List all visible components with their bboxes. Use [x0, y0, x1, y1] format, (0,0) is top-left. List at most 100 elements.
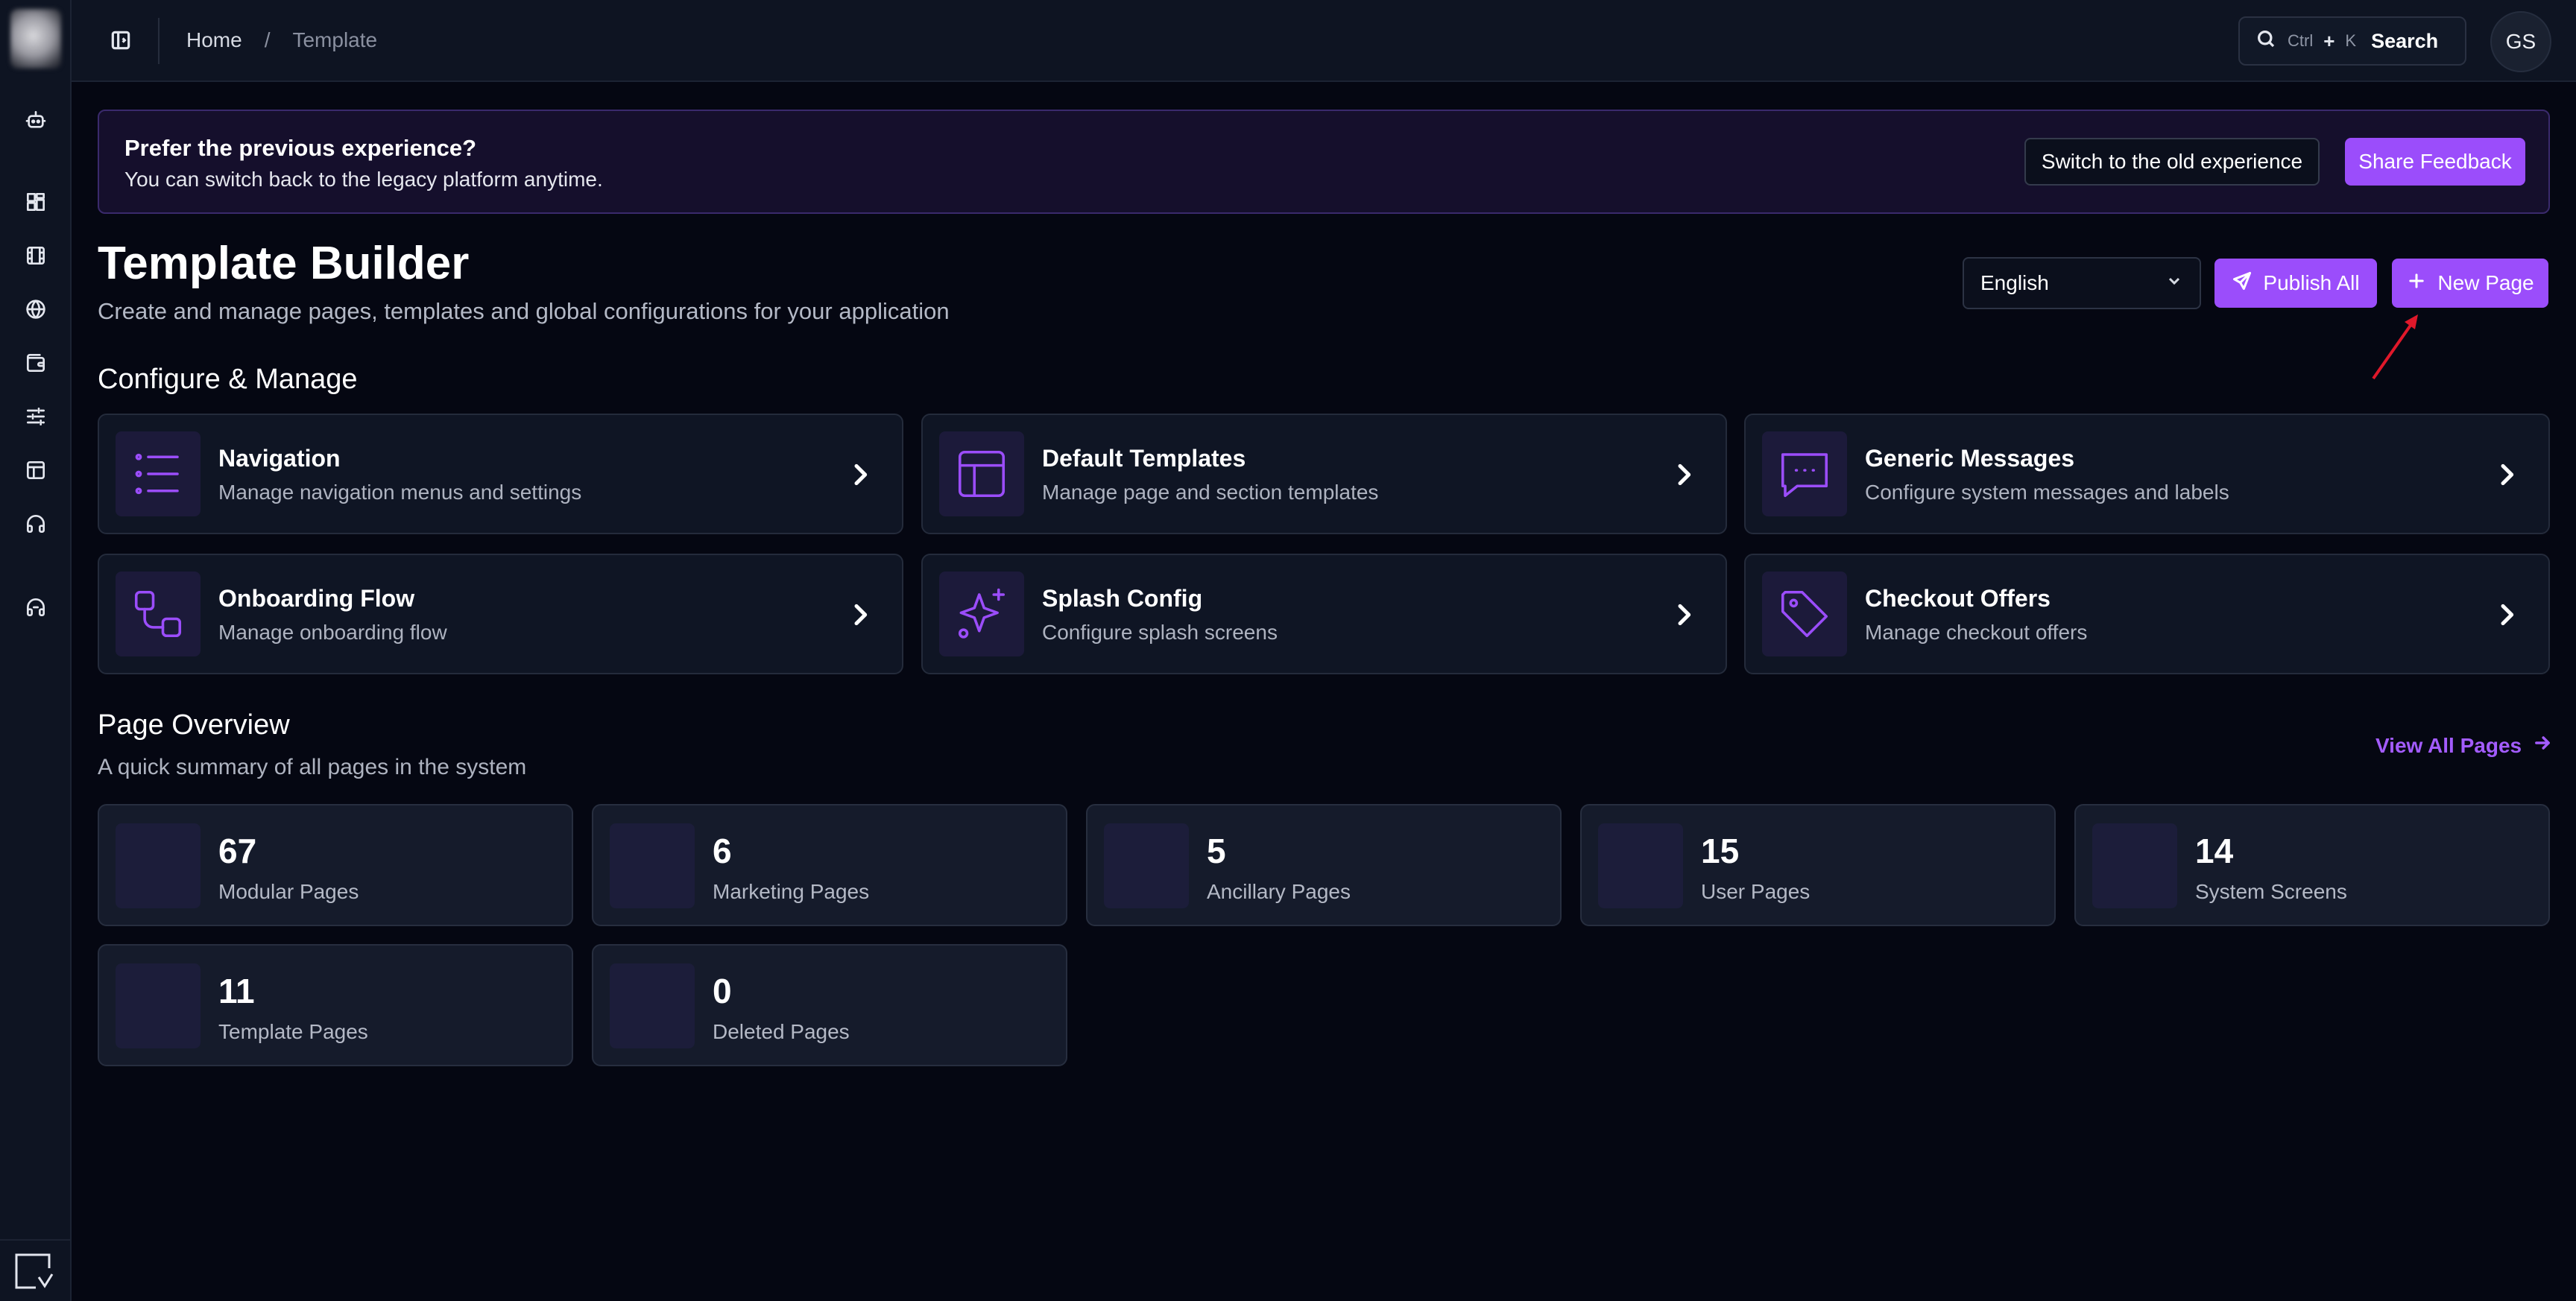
sparkles-icon	[939, 572, 1024, 656]
language-value: English	[1980, 271, 2049, 294]
breadcrumb-current: Template	[292, 28, 378, 51]
stat-value: 6	[713, 832, 732, 870]
stat-icon-placeholder	[2092, 823, 2177, 908]
dashboard-icon[interactable]	[18, 184, 54, 220]
stat-card-template[interactable]: 11 Template Pages	[98, 944, 573, 1066]
banner-subtitle: You can switch back to the legacy platfo…	[124, 168, 603, 191]
stat-value: 11	[218, 972, 255, 1010]
config-card-splash-config[interactable]: Splash Config Configure splash screens	[921, 554, 1727, 674]
view-all-pages-link[interactable]: View All Pages	[2375, 732, 2553, 759]
chevron-right-icon	[845, 460, 875, 490]
wallet-icon[interactable]	[18, 345, 54, 381]
collapse-sidebar-icon[interactable]	[13, 1252, 55, 1291]
page-title: Template Builder	[98, 238, 470, 289]
chevron-right-icon	[1669, 600, 1699, 630]
stat-value: 5	[1207, 832, 1226, 870]
stat-label: Template Pages	[218, 1020, 368, 1043]
chevron-right-icon	[2492, 600, 2522, 630]
avatar[interactable]: GS	[2490, 11, 2551, 72]
chevron-right-icon	[845, 600, 875, 630]
bot-icon[interactable]	[18, 102, 54, 138]
layout-icon	[939, 431, 1024, 516]
search-button[interactable]: Ctrl + K Search	[2238, 16, 2466, 66]
shortcut-ctrl: Ctrl	[2288, 31, 2314, 50]
arrow-right-icon	[2532, 732, 2553, 759]
breadcrumb-home[interactable]: Home	[186, 28, 242, 52]
card-description: Manage onboarding flow	[218, 621, 447, 644]
card-description: Configure splash screens	[1042, 621, 1278, 644]
stat-icon-placeholder	[610, 963, 695, 1048]
stat-value: 15	[1701, 832, 1740, 870]
card-title: Default Templates	[1042, 445, 1246, 472]
stat-label: User Pages	[1701, 880, 1811, 903]
new-page-label: New Page	[2437, 271, 2534, 294]
page-subtitle: Create and manage pages, templates and g…	[98, 298, 950, 324]
toggle-panel-icon[interactable]	[106, 25, 136, 55]
card-title: Generic Messages	[1865, 445, 2075, 472]
publish-all-button[interactable]: Publish All	[2214, 259, 2377, 308]
new-page-button[interactable]: New Page	[2392, 259, 2548, 308]
film-icon[interactable]	[18, 238, 54, 273]
config-card-navigation[interactable]: Navigation Manage navigation menus and s…	[98, 414, 903, 534]
stat-icon-placeholder	[1598, 823, 1683, 908]
card-title: Onboarding Flow	[218, 585, 415, 612]
card-description: Manage navigation menus and settings	[218, 481, 582, 504]
stat-icon-placeholder	[116, 963, 201, 1048]
card-title: Checkout Offers	[1865, 585, 2051, 612]
language-select[interactable]: English	[1963, 257, 2201, 309]
template-icon[interactable]	[18, 452, 54, 488]
stat-label: Ancillary Pages	[1207, 880, 1351, 903]
share-feedback-button[interactable]: Share Feedback	[2345, 138, 2525, 186]
switch-old-experience-button[interactable]: Switch to the old experience	[2024, 138, 2320, 186]
topbar-divider	[158, 18, 160, 64]
sliders-icon[interactable]	[18, 399, 54, 434]
stat-value: 14	[2195, 832, 2234, 870]
stat-card-ancillary[interactable]: 5 Ancillary Pages	[1086, 804, 1562, 926]
rail-divider	[0, 1239, 70, 1241]
breadcrumb-separator: /	[264, 28, 271, 51]
sidebar-rail	[0, 0, 72, 1301]
stat-label: Marketing Pages	[713, 880, 870, 903]
tag-icon	[1762, 572, 1847, 656]
stat-card-marketing[interactable]: 6 Marketing Pages	[592, 804, 1067, 926]
flow-icon	[116, 572, 201, 656]
card-description: Configure system messages and labels	[1865, 481, 2229, 504]
stat-label: Modular Pages	[218, 880, 359, 903]
stat-icon-placeholder	[1104, 823, 1189, 908]
stat-value: 67	[218, 832, 257, 870]
config-card-checkout-offers[interactable]: Checkout Offers Manage checkout offers	[1744, 554, 2550, 674]
send-icon	[2232, 270, 2253, 297]
config-card-generic-messages[interactable]: Generic Messages Configure system messag…	[1744, 414, 2550, 534]
headphones-icon[interactable]	[18, 506, 54, 542]
globe-icon[interactable]	[18, 291, 54, 327]
card-title: Splash Config	[1042, 585, 1203, 612]
legacy-banner: Prefer the previous experience? You can …	[98, 110, 2550, 214]
top-bar: Home / Template Ctrl + K Search GS	[72, 0, 2576, 82]
banner-title: Prefer the previous experience?	[124, 135, 477, 161]
publish-all-label: Publish All	[2263, 271, 2360, 294]
shortcut-plus: +	[2323, 29, 2335, 52]
stat-label: System Screens	[2195, 880, 2347, 903]
chevron-right-icon	[2492, 460, 2522, 490]
search-icon	[2255, 28, 2277, 55]
stat-card-modular[interactable]: 67 Modular Pages	[98, 804, 573, 926]
breadcrumb: Home / Template	[186, 28, 377, 52]
card-title: Navigation	[218, 445, 341, 472]
stat-label: Deleted Pages	[713, 1020, 850, 1043]
stat-card-user[interactable]: 15 User Pages	[1580, 804, 2056, 926]
stat-value: 0	[713, 972, 732, 1010]
message-icon	[1762, 431, 1847, 516]
search-label: Search	[2371, 29, 2439, 52]
list-icon	[116, 431, 201, 516]
app-logo[interactable]	[10, 9, 61, 69]
annotation-arrow-icon	[2372, 314, 2418, 380]
card-description: Manage page and section templates	[1042, 481, 1379, 504]
stat-card-deleted[interactable]: 0 Deleted Pages	[592, 944, 1067, 1066]
stat-icon-placeholder	[610, 823, 695, 908]
stat-icon-placeholder	[116, 823, 201, 908]
overview-section-subtitle: A quick summary of all pages in the syst…	[98, 755, 527, 779]
stat-card-system[interactable]: 14 System Screens	[2074, 804, 2550, 926]
config-card-onboarding-flow[interactable]: Onboarding Flow Manage onboarding flow	[98, 554, 903, 674]
config-card-default-templates[interactable]: Default Templates Manage page and sectio…	[921, 414, 1727, 534]
support-icon[interactable]	[18, 589, 54, 625]
